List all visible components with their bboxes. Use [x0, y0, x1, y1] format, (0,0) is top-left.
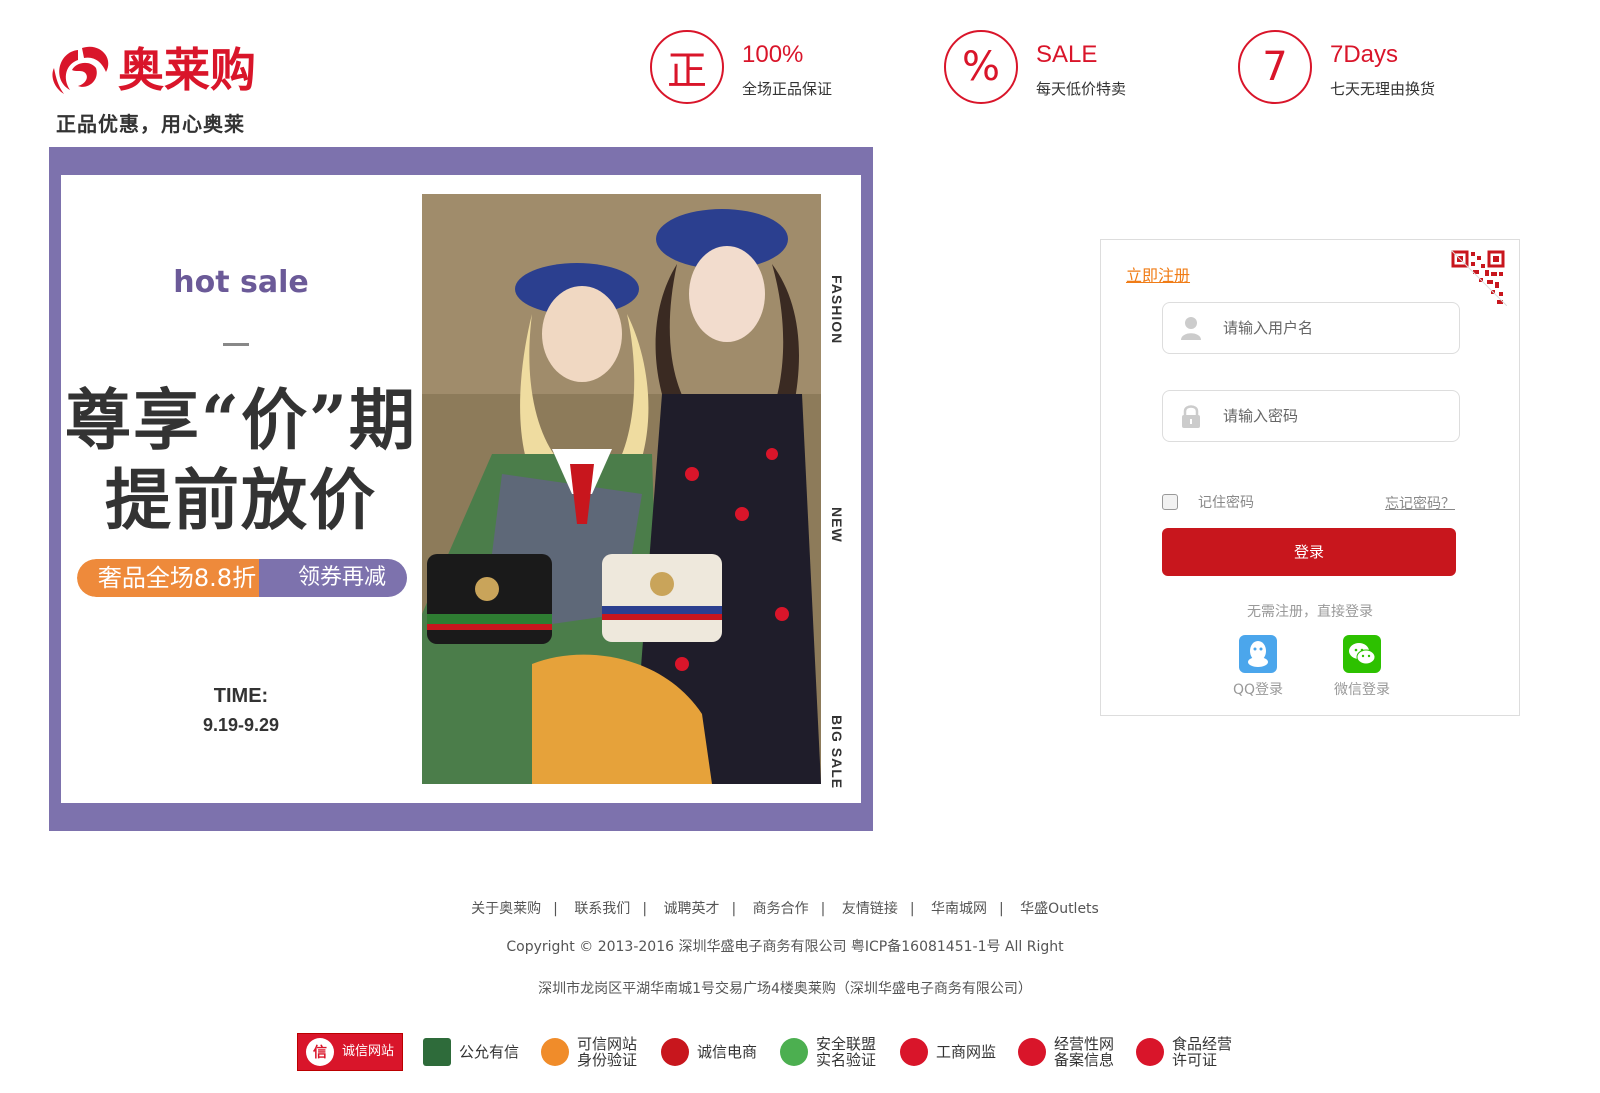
login-button[interactable]: 登录 [1162, 528, 1456, 576]
lock-icon [1182, 405, 1200, 428]
footer-separator: | [999, 901, 1004, 917]
trust-badges: 信 诚信网站 公允有信 可信网站 身份验证 诚信电商 安全联盟 实名验证 工商网监 … [0, 1033, 1600, 1073]
footer-link-friends[interactable]: 友情链接 [842, 901, 898, 917]
footer-link-about[interactable]: 关于奥莱购 [471, 901, 541, 917]
badge-website-record[interactable]: 经营性网 备案信息 [1018, 1033, 1114, 1071]
footer-links: 关于奥莱购 | 联系我们 | 诚聘英才 | 商务合作 | 友情链接 | 华南城网 | 华盛O… [0, 898, 1570, 918]
promise-desc: 每天低价特卖 [1036, 80, 1127, 98]
user-icon [1181, 317, 1201, 340]
shield-icon [780, 1038, 808, 1066]
footer-separator: | [731, 901, 737, 917]
badge-label-line2: 备案信息 [1054, 1051, 1115, 1069]
badge-label-line1: 安全联盟 [816, 1035, 877, 1053]
banner-side-big-sale: BIG SALE [829, 715, 845, 790]
wechat-login[interactable]: 微信登录 [1322, 635, 1402, 699]
register-link[interactable]: 立即注册 [1126, 262, 1190, 286]
credit-ecommerce-icon [661, 1038, 689, 1066]
promise-title: SALE [1036, 41, 1098, 68]
badge-label: 诚信网站 [341, 1044, 394, 1059]
badge-label-line2: 实名验证 [816, 1051, 877, 1069]
footer-link-outlets[interactable]: 华盛Outlets [1020, 901, 1099, 917]
banner-side-new: NEW [829, 507, 845, 543]
banner-time-value: 9.19-9.29 [202, 715, 280, 735]
authentic-icon: 正 [650, 30, 724, 104]
trusted-site-icon [541, 1038, 569, 1066]
wechat-login-label: 微信登录 [1334, 682, 1390, 698]
seven-days-icon: 7 [1238, 30, 1312, 104]
remember-password[interactable]: 记住密码 [1162, 492, 1254, 512]
username-field[interactable] [1162, 302, 1460, 354]
banner-hot-sale: hot sale [173, 265, 309, 300]
qq-login-label: QQ登录 [1232, 682, 1284, 698]
banner-headline: 尊享“价”期 提前放价 [61, 380, 421, 540]
badge-credit-ecommerce[interactable]: 诚信电商 [661, 1033, 757, 1071]
badge-label: 工商网监 [936, 1043, 997, 1061]
badge-food-license[interactable]: 食品经营 许可证 [1136, 1033, 1232, 1071]
promise-7days: 7 7Days 七天无理由换货 [1238, 30, 1435, 110]
qq-icon[interactable] [1239, 635, 1277, 673]
promise-authentic: 正 100% 全场正品保证 [650, 30, 832, 110]
banner-side-fashion: FASHION [829, 275, 845, 345]
username-input[interactable] [1223, 319, 1443, 337]
promise-desc: 七天无理由换货 [1330, 80, 1436, 98]
banner-divider [223, 343, 249, 346]
qr-code-icon[interactable] [1451, 250, 1507, 306]
footer-address: 深圳市龙岗区平湖华南城1号交易广场4楼奥莱购（深圳华盛电子商务有限公司） [538, 981, 1032, 997]
footer-separator: | [642, 901, 648, 917]
headline-line-1: 尊享“价”期 [65, 381, 417, 459]
percent-icon: % [944, 30, 1018, 104]
national-emblem-icon [1136, 1038, 1164, 1066]
banner-time-label: TIME: [213, 685, 269, 707]
remember-label: 记住密码 [1198, 495, 1254, 511]
no-register-hint: 无需注册，直接登录 [1247, 604, 1373, 620]
badge-label-line2: 许可证 [1172, 1051, 1218, 1069]
banner-model-photo [422, 194, 821, 784]
banner-card: hot sale 尊享“价”期 提前放价 奢品全场8.8折 领券再减 TIME:… [61, 175, 861, 803]
badge-fair-trust[interactable]: 公允有信 [423, 1033, 519, 1071]
wechat-icon[interactable] [1343, 635, 1381, 673]
footer-link-jobs[interactable]: 诚聘英才 [663, 901, 719, 917]
pill-coupon: 领券再减 [259, 559, 407, 597]
forgot-password-link[interactable]: 忘记密码？ [1385, 493, 1455, 513]
badge-label-line2: 身份验证 [577, 1051, 638, 1069]
promise-sale: % SALE 每天低价特卖 [944, 30, 1126, 110]
badge-label-line1: 食品经营 [1172, 1035, 1233, 1053]
logo-flower-icon [52, 46, 109, 94]
footer-link-contact[interactable]: 联系我们 [574, 901, 630, 917]
headline-line-2: 提前放价 [105, 461, 377, 539]
qq-login[interactable]: QQ登录 [1218, 635, 1298, 699]
footer-copyright: Copyright © 2013-2016 深圳华盛电子商务有限公司 粤ICP备… [506, 939, 1064, 955]
badge-label-line1: 经营性网 [1054, 1035, 1115, 1053]
pill-discount: 奢品全场8.8折 [77, 559, 277, 597]
promise-title: 7Days [1330, 41, 1399, 68]
footer-separator: | [909, 901, 915, 917]
promise-title: 100% [742, 41, 804, 68]
logo-slogan: 正品优惠，用心奥莱 [56, 112, 245, 136]
footer-separator: | [553, 901, 558, 917]
badge-label: 公允有信 [459, 1043, 520, 1061]
badge-credit-site[interactable]: 信 诚信网站 [297, 1033, 403, 1071]
police-emblem-icon [900, 1038, 928, 1066]
credit-icon: 信 [305, 1038, 334, 1066]
site-logo[interactable]: 奥莱购 正品优惠，用心奥莱 [48, 40, 298, 140]
footer-separator: | [820, 901, 826, 917]
login-panel: 立即注册 记住密码 忘记密码？ 登录 无需注册，直接登录 [1100, 239, 1520, 716]
badge-security-alliance[interactable]: 安全联盟 实名验证 [780, 1033, 876, 1071]
remember-checkbox[interactable] [1162, 494, 1178, 510]
badge-business-monitor[interactable]: 工商网监 [900, 1033, 996, 1071]
national-emblem-icon [1018, 1038, 1046, 1066]
promise-desc: 全场正品保证 [742, 80, 833, 98]
password-input[interactable] [1223, 407, 1443, 425]
floppy-icon [423, 1038, 451, 1066]
password-field[interactable] [1162, 390, 1460, 442]
badge-trusted-site[interactable]: 可信网站 身份验证 [541, 1033, 637, 1071]
logo-brand: 奥莱购 [48, 40, 256, 100]
logo-text: 奥莱购 [118, 43, 256, 97]
footer-link-huanan[interactable]: 华南城网 [931, 901, 987, 917]
footer-link-business[interactable]: 商务合作 [753, 901, 809, 917]
badge-label-line1: 可信网站 [577, 1035, 638, 1053]
banner-discount-pill: 奢品全场8.8折 领券再减 [77, 559, 407, 597]
badge-label: 诚信电商 [697, 1043, 758, 1061]
promo-banner[interactable]: hot sale 尊享“价”期 提前放价 奢品全场8.8折 领券再减 TIME:… [49, 147, 873, 831]
